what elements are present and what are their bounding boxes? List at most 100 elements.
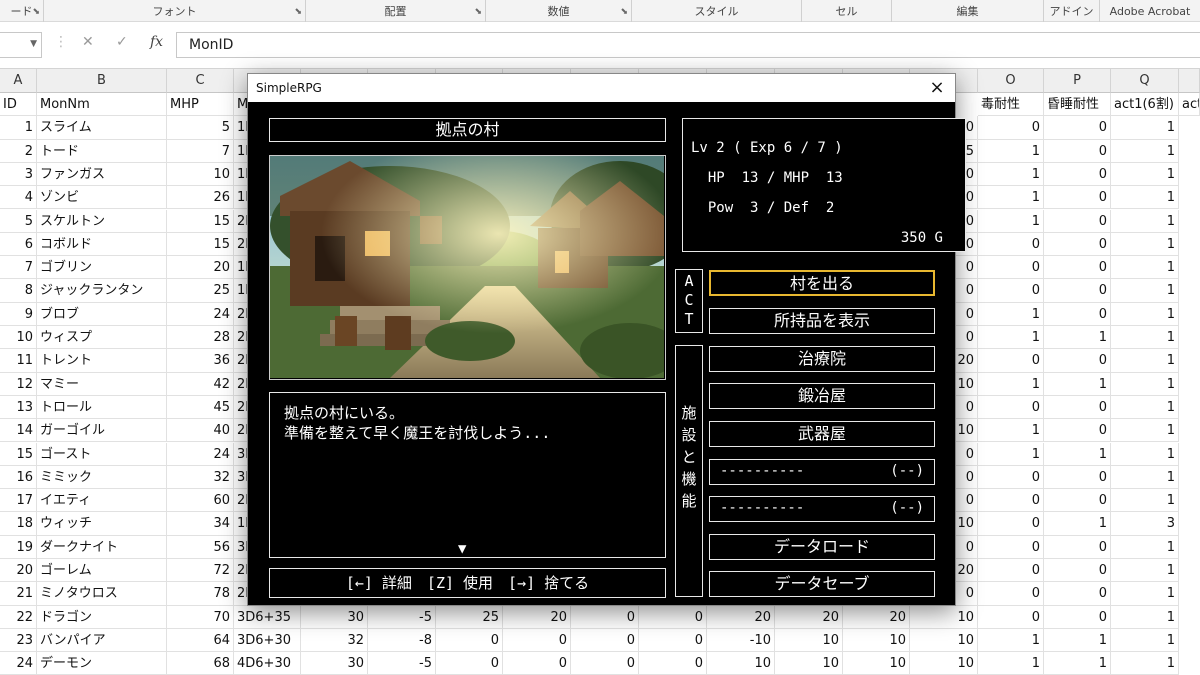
data-cell[interactable]: -10 <box>707 628 775 653</box>
act1-cell[interactable]: 1 <box>1111 209 1179 233</box>
formula-input[interactable]: MonID <box>176 32 1200 58</box>
header-cell[interactable]: act <box>1179 93 1200 117</box>
data-cell[interactable]: 10 <box>910 652 978 675</box>
poison-resist-cell[interactable]: 0 <box>978 512 1044 536</box>
sleep-resist-cell[interactable]: 0 <box>1044 186 1111 210</box>
sleep-resist-cell[interactable]: 0 <box>1044 465 1111 490</box>
mhp-cell[interactable]: 15 <box>167 232 234 257</box>
data-cell[interactable]: 4D6+30 <box>234 652 301 675</box>
mhp-cell[interactable]: 36 <box>167 349 234 373</box>
sleep-resist-cell[interactable]: 0 <box>1044 302 1111 326</box>
data-cell[interactable]: 32 <box>301 628 368 653</box>
act1-cell[interactable]: 1 <box>1111 256 1179 280</box>
data-save-button[interactable]: データセーブ <box>709 571 935 597</box>
data-cell[interactable]: -5 <box>368 652 436 675</box>
poison-resist-cell[interactable]: 1 <box>978 372 1044 396</box>
data-cell[interactable]: 10 <box>707 652 775 675</box>
leave-village-button[interactable]: 村を出る <box>709 270 935 296</box>
sleep-resist-cell[interactable]: 0 <box>1044 395 1111 420</box>
data-cell[interactable]: 23 <box>0 628 37 653</box>
act1-cell[interactable]: 1 <box>1111 395 1179 420</box>
data-cell[interactable]: 1 <box>978 652 1044 675</box>
mhp-cell[interactable]: 60 <box>167 489 234 513</box>
monster-name-cell[interactable]: ジャックランタン <box>37 279 167 303</box>
act1-cell[interactable]: 1 <box>1111 326 1179 350</box>
row-id-cell[interactable]: 1 <box>0 116 37 140</box>
monster-name-cell[interactable]: ゾンビ <box>37 186 167 210</box>
poison-resist-cell[interactable]: 0 <box>978 535 1044 559</box>
monster-name-cell[interactable]: ファンガス <box>37 162 167 187</box>
dialog-launcher-icon[interactable]: ⬊ <box>294 0 302 24</box>
mhp-cell[interactable]: 32 <box>167 465 234 490</box>
data-cell[interactable]: 0 <box>1044 605 1111 629</box>
dialog-launcher-icon[interactable]: ⬊ <box>620 0 628 24</box>
sleep-resist-cell[interactable]: 1 <box>1044 372 1111 396</box>
monster-name-cell[interactable]: イエティ <box>37 489 167 513</box>
poison-resist-cell[interactable]: 0 <box>978 489 1044 513</box>
empty-slot-button[interactable]: ---------- (--) <box>709 496 935 522</box>
monster-name-cell[interactable]: ミミック <box>37 465 167 490</box>
data-load-button[interactable]: データロード <box>709 534 935 560</box>
act1-cell[interactable]: 1 <box>1111 535 1179 559</box>
sleep-resist-cell[interactable]: 1 <box>1044 512 1111 536</box>
poison-resist-cell[interactable]: 0 <box>978 582 1044 606</box>
row-id-cell[interactable]: 19 <box>0 535 37 559</box>
sleep-resist-cell[interactable]: 0 <box>1044 279 1111 303</box>
poison-resist-cell[interactable]: 0 <box>978 349 1044 373</box>
row-id-cell[interactable]: 15 <box>0 442 37 466</box>
row-id-cell[interactable]: 16 <box>0 465 37 490</box>
mhp-cell[interactable]: 72 <box>167 559 234 583</box>
data-cell[interactable]: 10 <box>910 628 978 653</box>
data-cell[interactable]: -8 <box>368 628 436 653</box>
column-header[interactable]: B <box>37 69 167 93</box>
sleep-resist-cell[interactable]: 0 <box>1044 162 1111 187</box>
data-cell[interactable]: 0 <box>571 628 639 653</box>
sleep-resist-cell[interactable]: 1 <box>1044 326 1111 350</box>
window-titlebar[interactable]: SimpleRPG × <box>248 74 955 102</box>
data-cell[interactable]: 1 <box>1111 605 1179 629</box>
data-cell[interactable]: 0 <box>639 652 707 675</box>
poison-resist-cell[interactable]: 1 <box>978 326 1044 350</box>
data-cell[interactable]: 1 <box>1044 652 1111 675</box>
data-cell[interactable]: 0 <box>639 605 707 629</box>
clinic-button[interactable]: 治療院 <box>709 346 935 372</box>
act1-cell[interactable]: 1 <box>1111 419 1179 443</box>
data-cell[interactable]: デーモン <box>37 652 167 675</box>
column-header[interactable]: C <box>167 69 234 93</box>
data-cell[interactable]: 30 <box>301 605 368 629</box>
data-cell[interactable]: 10 <box>910 605 978 629</box>
act1-cell[interactable]: 1 <box>1111 442 1179 466</box>
data-cell[interactable]: 30 <box>301 652 368 675</box>
column-header[interactable]: Q <box>1111 69 1179 93</box>
header-cell[interactable]: 昏睡耐性 <box>1044 93 1111 117</box>
poison-resist-cell[interactable]: 0 <box>978 395 1044 420</box>
row-id-cell[interactable]: 21 <box>0 582 37 606</box>
column-header[interactable]: A <box>0 69 37 93</box>
act1-cell[interactable]: 1 <box>1111 162 1179 187</box>
mhp-cell[interactable]: 40 <box>167 419 234 443</box>
insert-function-icon[interactable]: fx <box>150 34 163 50</box>
row-id-cell[interactable]: 13 <box>0 395 37 420</box>
act1-cell[interactable]: 1 <box>1111 116 1179 140</box>
mhp-cell[interactable]: 24 <box>167 442 234 466</box>
mhp-cell[interactable]: 28 <box>167 326 234 350</box>
monster-name-cell[interactable]: スケルトン <box>37 209 167 233</box>
poison-resist-cell[interactable]: 0 <box>978 116 1044 140</box>
row-id-cell[interactable]: 6 <box>0 232 37 257</box>
column-header[interactable] <box>1179 69 1200 93</box>
poison-resist-cell[interactable]: 0 <box>978 232 1044 257</box>
row-id-cell[interactable]: 3 <box>0 162 37 187</box>
poison-resist-cell[interactable]: 1 <box>978 419 1044 443</box>
row-id-cell[interactable]: 2 <box>0 139 37 163</box>
row-id-cell[interactable]: 9 <box>0 302 37 326</box>
poison-resist-cell[interactable]: 1 <box>978 162 1044 187</box>
mhp-cell[interactable]: 24 <box>167 302 234 326</box>
data-cell[interactable]: 0 <box>571 605 639 629</box>
poison-resist-cell[interactable]: 0 <box>978 279 1044 303</box>
header-cell[interactable]: ID <box>0 93 37 117</box>
monster-name-cell[interactable]: トレント <box>37 349 167 373</box>
mhp-cell[interactable]: 34 <box>167 512 234 536</box>
data-cell[interactable]: 68 <box>167 652 234 675</box>
data-cell[interactable]: 20 <box>843 605 910 629</box>
header-cell[interactable]: 毒耐性 <box>978 93 1044 117</box>
